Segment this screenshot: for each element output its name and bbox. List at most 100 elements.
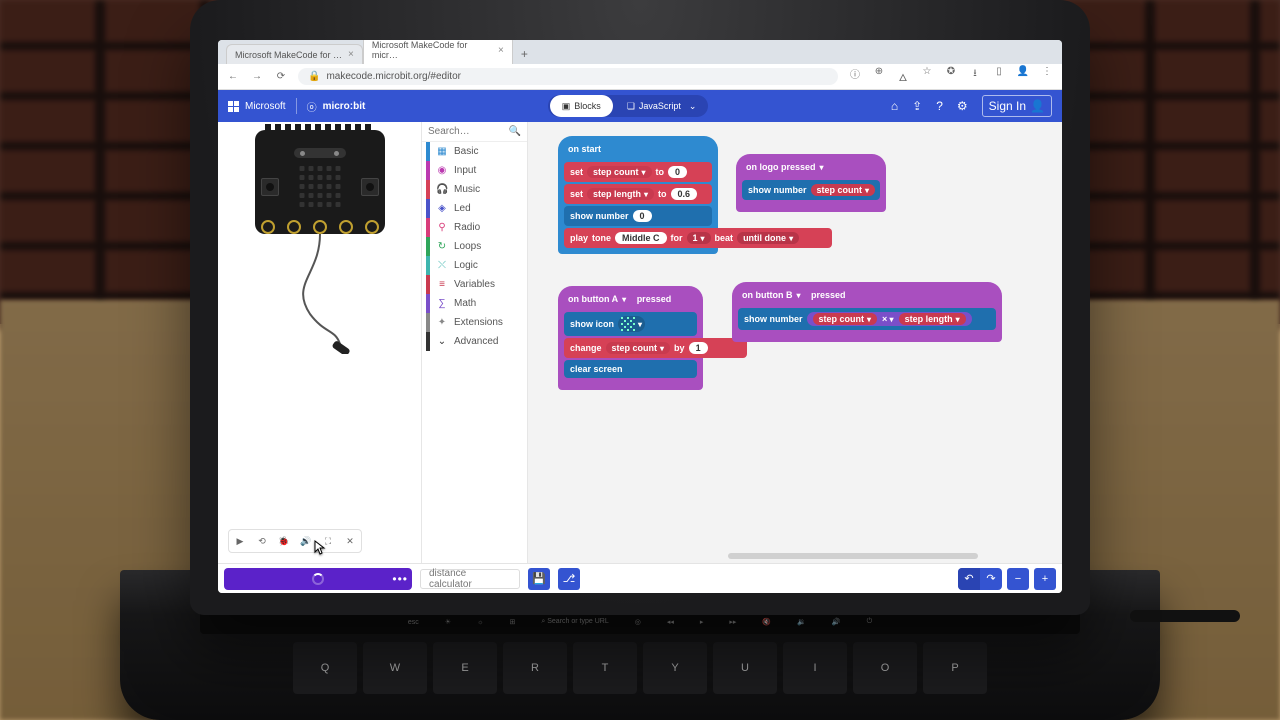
- sim-button-a[interactable]: [261, 178, 279, 196]
- op-dropdown[interactable]: ×: [882, 314, 894, 324]
- redo-icon[interactable]: ↷: [980, 568, 1002, 590]
- reload-icon[interactable]: ⟳: [274, 71, 288, 82]
- var-dropdown[interactable]: step count: [606, 342, 671, 354]
- block-clear-screen[interactable]: clear screen: [564, 360, 697, 378]
- workspace[interactable]: on start set step count to 0 set step le…: [528, 122, 1062, 563]
- toolbox-cat-radio[interactable]: ⚲Radio: [422, 218, 527, 237]
- block-set-var[interactable]: set step length to 0.6: [564, 184, 712, 204]
- keyboard-row: QWERTYUIOP: [200, 642, 1080, 694]
- signin-button[interactable]: Sign In 👤: [982, 95, 1052, 117]
- share-icon[interactable]: ⓘ: [848, 66, 862, 87]
- brand-microbit: micro:bit: [323, 101, 366, 112]
- toolbox-cat-basic[interactable]: ▦Basic: [422, 142, 527, 161]
- block-set-var[interactable]: set step count to 0: [564, 162, 712, 182]
- close-icon[interactable]: ✕: [343, 534, 357, 548]
- block-show-number[interactable]: show number step count × step length: [738, 308, 996, 330]
- lock-icon: 🔒: [308, 71, 320, 82]
- sound-icon[interactable]: 🔊: [299, 534, 313, 548]
- download-button[interactable]: •••: [224, 568, 412, 590]
- value-input[interactable]: 1: [689, 342, 708, 354]
- var-pill[interactable]: step count: [811, 184, 876, 196]
- brand[interactable]: Microsoft ⓞ micro:bit: [228, 98, 365, 114]
- value-input[interactable]: 0.6: [671, 188, 698, 200]
- toolbox-cat-math[interactable]: ∑Math: [422, 294, 527, 313]
- help-icon[interactable]: ?: [936, 99, 943, 113]
- search-icon[interactable]: 🔍: [509, 126, 521, 137]
- block-show-icon[interactable]: show icon: [564, 312, 697, 336]
- url-bar[interactable]: 🔒 makecode.microbit.org/#editor: [298, 68, 838, 85]
- microbit-simulator[interactable]: [255, 130, 385, 234]
- sim-button-b[interactable]: [361, 178, 379, 196]
- beat-dropdown[interactable]: 1: [687, 232, 711, 244]
- block-play-tone[interactable]: play tone Middle C for 1 beat until done: [564, 228, 832, 248]
- key-W: W: [363, 642, 427, 694]
- restart-icon[interactable]: ⟲: [255, 534, 269, 548]
- block-on-button-b[interactable]: on button B pressed show number step cou…: [732, 282, 1002, 342]
- block-show-number[interactable]: show number 0: [564, 206, 712, 226]
- value-input[interactable]: 0: [668, 166, 687, 178]
- forward-icon[interactable]: →: [250, 71, 264, 82]
- back-icon[interactable]: ←: [226, 71, 240, 82]
- toolbox-cat-extensions[interactable]: ✦Extensions: [422, 313, 527, 332]
- undo-icon[interactable]: ↶: [958, 568, 980, 590]
- gear-icon[interactable]: ⚙: [957, 99, 968, 113]
- menu-icon[interactable]: ⋮: [1040, 66, 1054, 87]
- block-on-logo-pressed[interactable]: on logo pressed show number step count: [736, 154, 886, 212]
- value-input[interactable]: 0: [633, 210, 652, 222]
- share-icon[interactable]: ⇪: [912, 99, 922, 113]
- fire-icon[interactable]: 🜂: [896, 66, 910, 87]
- zoom-out-button[interactable]: −: [1007, 568, 1029, 590]
- save-button[interactable]: 💾: [528, 568, 550, 590]
- var-pill[interactable]: step count: [813, 313, 878, 325]
- star-icon[interactable]: ☆: [920, 66, 934, 87]
- browser-tab[interactable]: Microsoft MakeCode for … ×: [226, 44, 363, 64]
- var-pill[interactable]: step length: [899, 313, 966, 325]
- home-icon[interactable]: ⌂: [891, 99, 898, 113]
- fullscreen-icon[interactable]: ⛶: [321, 534, 335, 548]
- mode-blocks-button[interactable]: ▣ Blocks: [550, 95, 613, 117]
- search-input[interactable]: [428, 126, 500, 137]
- zoom-in-button[interactable]: +: [1034, 568, 1056, 590]
- var-dropdown[interactable]: step count: [587, 166, 652, 178]
- block-change-var[interactable]: change step count by 1: [564, 338, 747, 358]
- play-icon[interactable]: ▶: [233, 534, 247, 548]
- mode-switch: ▣ Blocks ❏ JavaScript ⌄: [548, 95, 709, 117]
- mode-javascript-button[interactable]: ❏ JavaScript ⌄: [615, 95, 709, 117]
- close-icon[interactable]: ×: [348, 49, 354, 60]
- toolbox-cat-led[interactable]: ◈Led: [422, 199, 527, 218]
- var-dropdown[interactable]: step length: [587, 188, 654, 200]
- browser-tab-active[interactable]: Microsoft MakeCode for micr… ×: [363, 40, 513, 64]
- mode-dropdown[interactable]: until done: [737, 232, 799, 244]
- js-icon: ❏: [627, 101, 635, 112]
- horizontal-scrollbar[interactable]: [728, 553, 978, 559]
- blocks-icon: ▣: [562, 101, 571, 112]
- toolbox-cat-loops[interactable]: ↻Loops: [422, 237, 527, 256]
- toolbox-cat-music[interactable]: 🎧Music: [422, 180, 527, 199]
- note-input[interactable]: Middle C: [615, 232, 667, 244]
- block-show-number[interactable]: show number step count: [742, 180, 880, 200]
- key-R: R: [503, 642, 567, 694]
- more-icon[interactable]: •••: [392, 572, 408, 586]
- key-Y: Y: [643, 642, 707, 694]
- ext-icon[interactable]: ✪: [944, 66, 958, 87]
- block-on-start[interactable]: on start set step count to 0 set step le…: [558, 136, 718, 254]
- github-button[interactable]: ⎇: [558, 568, 580, 590]
- toolbox-cat-logic[interactable]: ⤬Logic: [422, 256, 527, 275]
- math-expression[interactable]: step count × step length: [807, 312, 972, 326]
- zoom-icon[interactable]: ⊕: [872, 66, 886, 87]
- key-E: E: [433, 642, 497, 694]
- app-header: Microsoft ⓞ micro:bit ▣ Blocks ❏ JavaScr…: [218, 90, 1062, 122]
- profile-icon[interactable]: 👤: [1016, 66, 1030, 87]
- icon-dropdown[interactable]: [618, 316, 645, 332]
- toolbox-cat-advanced[interactable]: ⌄Advanced: [422, 332, 527, 351]
- toolbox-cat-input[interactable]: ◉Input: [422, 161, 527, 180]
- close-icon[interactable]: ×: [498, 45, 504, 56]
- block-on-button-a[interactable]: on button A pressed show icon: [558, 286, 703, 390]
- heart-icon: [621, 317, 635, 331]
- download-icon[interactable]: ⭳: [968, 66, 982, 87]
- project-name-input[interactable]: distance calculator: [420, 569, 520, 589]
- debug-icon[interactable]: 🐞: [277, 534, 291, 548]
- toolbox-cat-variables[interactable]: ≡Variables: [422, 275, 527, 294]
- new-tab-button[interactable]: +: [513, 44, 536, 64]
- panel-icon[interactable]: ▯: [992, 66, 1006, 87]
